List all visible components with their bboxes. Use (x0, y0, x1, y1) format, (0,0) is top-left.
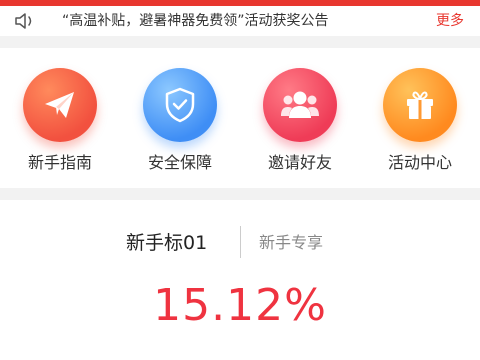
product-tag: 新手专享 (259, 233, 324, 252)
menu-item-label: 新手指南 (27, 153, 92, 172)
more-link[interactable]: 更多 (436, 11, 464, 31)
quick-menu: 新手指南 安全保障 邀请好友 活动中心 (0, 48, 480, 188)
speaker-icon (14, 11, 42, 31)
notice-bar[interactable]: “高温补贴，避暑神器免费领”活动获奖公告 更多 (0, 6, 480, 36)
product-card[interactable]: 新手标01 新手专享 15.12% (0, 200, 480, 360)
gift-icon (383, 68, 457, 142)
menu-item-newbie-guide[interactable]: 新手指南 (0, 48, 120, 188)
product-name: 新手标01 (126, 232, 208, 254)
section-gap (0, 36, 480, 48)
shield-check-icon (143, 68, 217, 142)
annual-rate: 15.12% (153, 280, 327, 331)
menu-item-security[interactable]: 安全保障 (120, 48, 240, 188)
menu-item-label: 活动中心 (387, 153, 452, 172)
menu-item-activity-center[interactable]: 活动中心 (360, 48, 480, 188)
section-gap (0, 188, 480, 200)
title-divider (240, 226, 241, 258)
paper-plane-icon (23, 68, 97, 142)
menu-item-label: 安全保障 (147, 153, 212, 172)
product-title-row: 新手标01 新手专享 (0, 226, 480, 258)
menu-item-label: 邀请好友 (267, 153, 332, 172)
menu-item-invite-friends[interactable]: 邀请好友 (240, 48, 360, 188)
notice-text[interactable]: “高温补贴，避暑神器免费领”活动获奖公告 (62, 11, 329, 31)
people-icon (263, 68, 337, 142)
